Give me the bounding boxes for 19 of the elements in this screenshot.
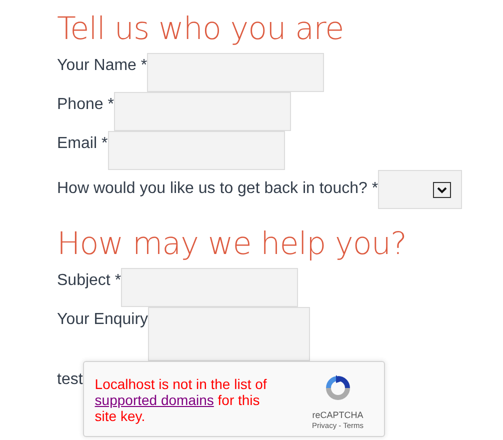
select-dropdown[interactable]	[378, 170, 462, 209]
captcha-error-message: Localhost is not in the list of supported domains for this site key.	[94, 376, 268, 426]
field-label: Your Enquiry	[57, 310, 148, 329]
field-label: test	[57, 370, 83, 389]
text-input[interactable]	[114, 92, 291, 131]
field-label: Phone *	[57, 95, 114, 114]
caret-icon	[433, 182, 452, 198]
textarea-input[interactable]	[148, 307, 310, 361]
text-input[interactable]	[108, 131, 285, 170]
section-heading: Tell us who you are	[57, 10, 345, 49]
field-label: Email *	[57, 134, 108, 153]
text-input[interactable]	[147, 53, 324, 92]
field-label: How would you like us to get back in touch? *	[57, 179, 378, 198]
field-label: Subject *	[57, 271, 122, 290]
section-heading: How may we help you?	[57, 225, 408, 264]
text-input[interactable]	[121, 268, 298, 307]
supported-domains-link[interactable]: supported domains	[94, 392, 214, 408]
field-label: Your Name *	[57, 56, 148, 75]
recaptcha-brand: reCAPTCHA	[312, 410, 364, 420]
